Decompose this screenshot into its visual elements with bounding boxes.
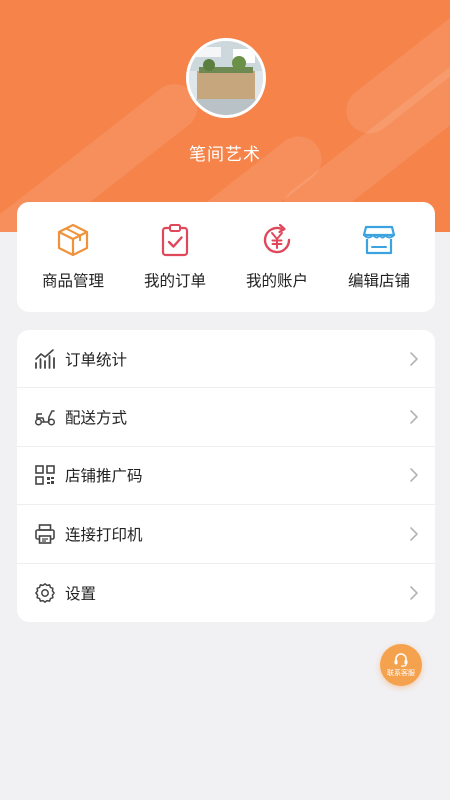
menu-item-connect-printer[interactable]: 连接打印机: [17, 505, 435, 564]
package-icon: [57, 223, 89, 257]
my-account-button[interactable]: 我的账户: [227, 202, 327, 312]
products-management-button[interactable]: 商品管理: [23, 202, 123, 312]
profile-header: 笔间艺术: [0, 0, 450, 232]
qr-code-icon: [35, 465, 55, 486]
headset-icon: [394, 653, 408, 667]
edit-store-label: 编辑店铺: [347, 272, 410, 290]
chevron-right-icon: [410, 527, 418, 541]
shop-name: 笔间艺术: [189, 145, 261, 165]
my-orders-button[interactable]: 我的订单: [125, 202, 225, 312]
my-orders-label: 我的订单: [143, 272, 206, 290]
settings-menu: 订单统计 配送方式 店铺推广码 连接打印机 设置: [17, 330, 435, 622]
menu-item-store-promo-code[interactable]: 店铺推广码: [17, 447, 435, 506]
stats-chart-icon: [35, 348, 55, 369]
chevron-right-icon: [410, 585, 418, 600]
my-account-label: 我的账户: [245, 272, 308, 290]
printer-icon: [35, 524, 55, 544]
menu-item-delivery-method[interactable]: 配送方式: [17, 388, 435, 447]
shop-avatar[interactable]: [186, 38, 266, 118]
menu-label-delivery-method: 配送方式: [65, 409, 128, 428]
products-management-label: 商品管理: [41, 272, 104, 290]
menu-label-settings: 设置: [65, 584, 97, 603]
chevron-right-icon: [410, 468, 418, 483]
menu-item-order-statistics[interactable]: 订单统计: [17, 330, 435, 389]
clipboard-check-icon: [161, 224, 189, 257]
menu-label-store-promo-code: 店铺推广码: [65, 467, 143, 486]
storefront-icon: [362, 225, 396, 255]
menu-item-settings[interactable]: 设置: [17, 564, 435, 622]
gear-icon: [35, 582, 55, 603]
edit-store-button[interactable]: 编辑店铺: [329, 202, 429, 312]
contact-support-label: 联系客服: [387, 669, 415, 677]
shop-photo-image: [189, 41, 263, 115]
chevron-right-icon: [410, 351, 418, 366]
yuan-refresh-icon: [263, 223, 291, 254]
quick-actions-card: 商品管理 我的订单 我的账户 编辑店铺: [17, 202, 435, 312]
menu-label-connect-printer: 连接打印机: [65, 525, 143, 544]
chevron-right-icon: [410, 410, 418, 424]
scooter-icon: [34, 410, 56, 426]
menu-label-order-statistics: 订单统计: [65, 350, 128, 369]
contact-support-button[interactable]: 联系客服: [380, 644, 422, 686]
